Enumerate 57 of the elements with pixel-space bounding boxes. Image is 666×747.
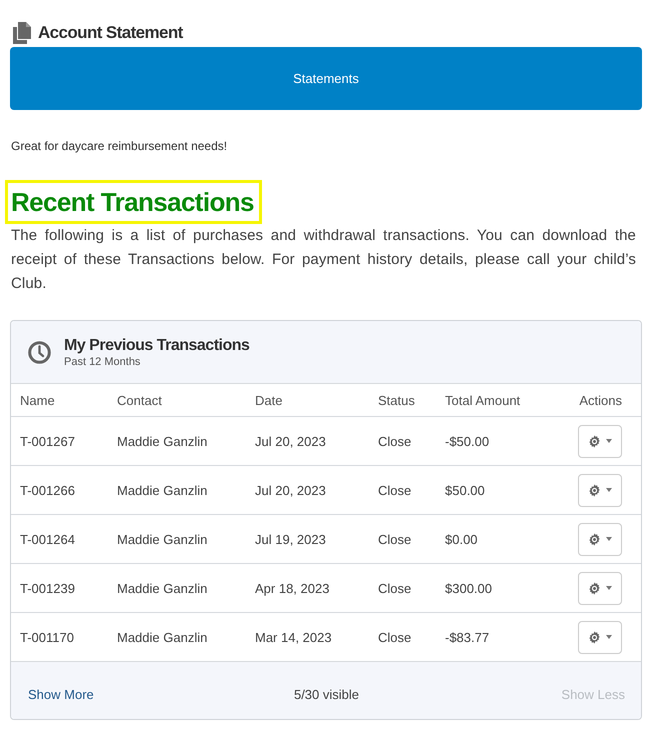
column-header: Name <box>20 392 55 408</box>
caret-icon <box>606 488 612 492</box>
section-heading: Recent Transactions <box>5 180 262 224</box>
documents-icon <box>12 22 32 44</box>
column-header: Actions <box>579 392 622 408</box>
amount-cell: $50.00 <box>445 482 485 498</box>
note-text: Great for daycare reimbursement needs! <box>11 139 228 153</box>
column-header: Contact <box>117 392 162 408</box>
status-cell: Close <box>378 532 412 546</box>
name-cell: T-001170 <box>20 630 74 644</box>
description-text: The following is a list of purchases and withdrawal transactions. You can download the receipt of these Transactions below. For payment history details, please call your child’s Club. <box>11 226 636 294</box>
page-title: Account Statement <box>38 23 183 43</box>
actions-button[interactable] <box>578 620 622 654</box>
status-cell: Close <box>378 482 412 498</box>
card-title: My Previous Transactions <box>64 336 250 356</box>
contact-cell: Maddie Ganzlin <box>117 580 208 596</box>
status-cell: Close <box>378 434 412 448</box>
date-cell: Apr 18, 2023 <box>255 580 330 596</box>
date-cell: Mar 14, 2023 <box>255 630 332 644</box>
visible-count: 5/30 visible <box>294 687 360 702</box>
statements-button[interactable]: Statements <box>10 47 642 110</box>
amount-cell: -$83.77 <box>445 630 490 644</box>
contact-cell: Maddie Ganzlin <box>117 532 208 546</box>
date-cell: Jul 19, 2023 <box>255 532 326 546</box>
gear-icon <box>588 532 601 546</box>
status-cell: Close <box>378 580 412 596</box>
actions-button[interactable] <box>578 474 622 506</box>
amount-cell: -$50.00 <box>445 434 490 448</box>
amount-cell: $300.00 <box>445 580 492 596</box>
caret-icon <box>606 537 612 541</box>
name-cell: T-001264 <box>20 532 75 546</box>
gear-icon <box>588 484 601 496</box>
contact-cell: Maddie Ganzlin <box>117 434 208 448</box>
contact-cell: Maddie Ganzlin <box>117 630 208 644</box>
caret-icon <box>606 586 612 590</box>
amount-cell: $0.00 <box>445 532 478 546</box>
gear-icon <box>588 582 601 594</box>
name-cell: T-001267 <box>20 434 75 448</box>
date-cell: Jul 20, 2023 <box>255 482 326 498</box>
caret-icon <box>606 635 612 639</box>
column-header: Total Amount <box>445 392 520 408</box>
actions-button[interactable] <box>578 572 622 604</box>
caret-icon <box>606 439 612 443</box>
actions-button[interactable] <box>578 522 622 556</box>
show-more-link[interactable]: Show More <box>28 687 94 702</box>
status-cell: Close <box>378 630 412 644</box>
gear-icon <box>588 630 601 644</box>
card-subtitle: Past 12 Months <box>64 356 142 368</box>
name-cell: T-001266 <box>20 482 75 498</box>
gear-icon <box>588 434 601 448</box>
contact-cell: Maddie Ganzlin <box>117 482 208 498</box>
column-header: Status <box>378 392 415 408</box>
name-cell: T-001239 <box>20 580 75 596</box>
column-header: Date <box>255 392 282 408</box>
actions-button[interactable] <box>578 424 622 458</box>
clock-icon <box>28 340 51 364</box>
date-cell: Jul 20, 2023 <box>255 434 326 448</box>
